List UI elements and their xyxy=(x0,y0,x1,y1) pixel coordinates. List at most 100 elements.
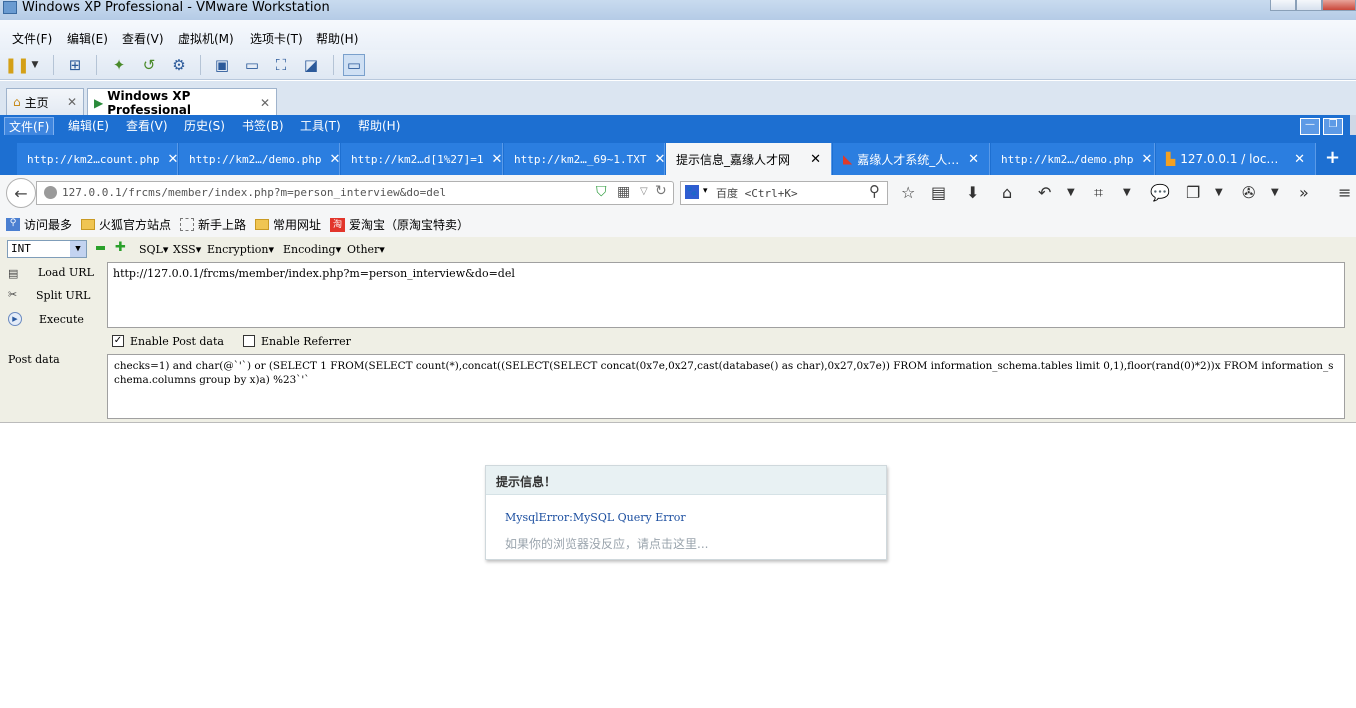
bookmark-aitaobao[interactable]: 淘爱淘宝（原淘宝特卖） xyxy=(330,216,469,233)
search-icon[interactable]: ⚲ xyxy=(869,182,880,200)
ff-tab-7[interactable]: http://km2…/demo.php ✕ xyxy=(991,143,1155,175)
chevron-down-icon[interactable]: ▼ xyxy=(1215,187,1223,198)
hamburger-menu-icon[interactable]: ≡ xyxy=(1338,183,1351,202)
bookmark-star-icon[interactable]: ☆ xyxy=(901,183,915,202)
console-view-icon[interactable]: ▭ xyxy=(343,54,365,76)
ff-menu-view[interactable]: 查看(V) xyxy=(126,117,168,134)
bookmark-firefox-site[interactable]: 火狐官方站点 xyxy=(81,216,171,233)
vm-menu-tabs[interactable]: 选项卡(T) xyxy=(250,30,303,47)
site-identity-icon[interactable] xyxy=(44,186,57,199)
close-icon[interactable]: ✕ xyxy=(802,152,821,167)
close-button[interactable] xyxy=(1322,0,1356,11)
chevron-down-icon[interactable]: ▼ xyxy=(1271,187,1279,198)
ff-menu-edit[interactable]: 编辑(E) xyxy=(68,117,109,134)
vm-menu-help[interactable]: 帮助(H) xyxy=(316,30,358,47)
ff-tab-6[interactable]: ◣ 嘉缘人才系统_人… ✕ xyxy=(833,143,990,175)
vm-menu-view[interactable]: 查看(V) xyxy=(122,30,164,47)
tab-home[interactable]: ⌂ 主页 ✕ xyxy=(6,88,84,115)
ff-menu-file[interactable]: 文件(F) xyxy=(4,117,55,136)
enable-referrer-checkbox[interactable] xyxy=(243,335,255,347)
revert-snapshot-icon[interactable]: ↺ xyxy=(138,54,160,76)
qr-code-icon[interactable]: ▦ xyxy=(617,184,630,200)
execute-button[interactable]: Execute xyxy=(39,313,84,326)
enable-post-checkbox[interactable]: ✓ xyxy=(112,335,124,347)
home-icon[interactable]: ⌂ xyxy=(1002,183,1012,202)
close-icon[interactable]: ✕ xyxy=(321,152,339,167)
close-icon[interactable]: ✕ xyxy=(1133,152,1152,167)
close-icon[interactable]: ✕ xyxy=(646,152,664,167)
chevron-down-icon[interactable]: ▼ xyxy=(1067,187,1075,198)
menu-sql[interactable]: SQL▾ xyxy=(139,243,168,256)
chevron-down-icon[interactable]: ▼ xyxy=(28,54,42,76)
bookmark-label: 访问最多 xyxy=(24,218,73,232)
increase-icon[interactable]: ✚ xyxy=(115,240,126,255)
menu-encoding[interactable]: Encoding▾ xyxy=(283,243,341,256)
new-tab-icon[interactable]: + xyxy=(1325,147,1340,168)
reload-icon[interactable]: ↻ xyxy=(655,183,667,199)
download-icon[interactable]: ⬇ xyxy=(966,183,979,202)
ff-tab-3[interactable]: http://km2…d[1%27]=1 ✕ xyxy=(341,143,503,175)
ff-tab-active[interactable]: 提示信息_嘉缘人才网 ✕ xyxy=(666,143,832,175)
menu-other[interactable]: Other▾ xyxy=(347,243,385,256)
dropdown-arrow-icon[interactable]: ▽ xyxy=(640,186,648,197)
ff-tab-1[interactable]: http://km2…count.php ✕ xyxy=(17,143,178,175)
menu-encryption[interactable]: Encryption▾ xyxy=(207,243,274,256)
unity-icon[interactable]: ◪ xyxy=(300,54,322,76)
url-text: 127.0.0.1/frcms/member/index.php?m=perso… xyxy=(62,186,447,199)
send-ctrl-alt-del-icon[interactable]: ⊞ xyxy=(64,54,86,76)
close-icon[interactable]: ✕ xyxy=(159,152,177,167)
thumbnail-icon[interactable]: ▭ xyxy=(241,54,263,76)
vmware-menu-bar: 文件(F) 编辑(E) 查看(V) 虚拟机(M) 选项卡(T) 帮助(H) xyxy=(0,20,1356,50)
close-icon[interactable]: ✕ xyxy=(483,152,502,167)
bookmark-most-visited[interactable]: ⚲ 访问最多 xyxy=(6,216,72,233)
type-select-value: INT xyxy=(11,242,31,255)
type-select[interactable]: INT ▼ xyxy=(7,240,87,258)
baidu-icon[interactable]: 🐾 xyxy=(685,185,699,199)
maximize-button[interactable] xyxy=(1296,0,1322,11)
vm-menu-edit[interactable]: 编辑(E) xyxy=(67,30,108,47)
back-icon[interactable]: ← xyxy=(6,178,36,208)
load-url-button[interactable]: Load URL xyxy=(38,266,94,279)
close-icon[interactable]: ✕ xyxy=(67,95,77,109)
pause-icon[interactable]: ❚❚ xyxy=(4,54,29,76)
ff-tab-2[interactable]: http://km2…/demo.php ✕ xyxy=(179,143,340,175)
post-data-textarea[interactable]: checks=1) and char(@`'`) or (SELECT 1 FR… xyxy=(107,354,1345,419)
ff-menu-tools[interactable]: 工具(T) xyxy=(300,117,341,134)
message-hint-link[interactable]: 如果你的浏览器没反应，请点击这里... xyxy=(505,535,708,552)
bookmark-common-sites[interactable]: 常用网址 xyxy=(255,216,321,233)
crop-icon[interactable]: ⌗ xyxy=(1094,183,1103,203)
minimize-button[interactable] xyxy=(1270,0,1296,11)
chat-icon[interactable]: 💬 xyxy=(1150,183,1170,202)
ff-menu-history[interactable]: 历史(S) xyxy=(184,117,225,134)
tab-windows-xp[interactable]: ▶ Windows XP Professional ✕ xyxy=(87,88,277,117)
snapshot-manager-icon[interactable]: ⚙ xyxy=(168,54,190,76)
vm-menu-vm[interactable]: 虚拟机(M) xyxy=(178,30,234,47)
reading-list-icon[interactable]: ▤ xyxy=(931,183,946,202)
url-textarea[interactable]: http://127.0.0.1/frcms/member/index.php?… xyxy=(107,262,1345,328)
snapshot-icon[interactable]: ✦ xyxy=(108,54,130,76)
ff-restore-button[interactable]: ❐ xyxy=(1323,118,1343,135)
ff-minimize-button[interactable]: — xyxy=(1300,118,1320,135)
ff-tab-4[interactable]: http://km2…_69~1.TXT ✕ xyxy=(504,143,665,175)
ff-menu-help[interactable]: 帮助(H) xyxy=(358,117,400,134)
split-url-button[interactable]: Split URL xyxy=(36,289,90,302)
overflow-icon[interactable]: » xyxy=(1299,183,1309,202)
chevron-down-icon[interactable]: ▼ xyxy=(1123,187,1131,198)
bookmark-getting-started[interactable]: 新手上路 xyxy=(180,216,246,233)
clipboard-icon[interactable]: ❐ xyxy=(1186,183,1200,202)
ff-menu-bookmarks[interactable]: 书签(B) xyxy=(242,117,284,134)
ff-tab-8[interactable]: ▙ 127.0.0.1 / loc… ✕ xyxy=(1156,143,1316,175)
menu-xss[interactable]: XSS▾ xyxy=(173,243,201,256)
close-icon[interactable]: ✕ xyxy=(1286,152,1305,167)
show-library-icon[interactable]: ▣ xyxy=(211,54,233,76)
undo-icon[interactable]: ↶ xyxy=(1038,183,1051,202)
close-icon[interactable]: ✕ xyxy=(960,152,979,167)
full-screen-icon[interactable]: ⛶ xyxy=(270,54,292,76)
ff-tab-label: 嘉缘人才系统_人… xyxy=(857,152,960,167)
shield-icon[interactable]: ⛉ xyxy=(596,184,607,200)
chevron-down-icon[interactable]: ▾ xyxy=(703,186,708,196)
decrease-icon[interactable] xyxy=(96,246,105,250)
close-icon[interactable]: ✕ xyxy=(260,96,270,110)
addon-icon[interactable]: ✇ xyxy=(1242,183,1255,202)
vm-menu-file[interactable]: 文件(F) xyxy=(12,30,52,47)
